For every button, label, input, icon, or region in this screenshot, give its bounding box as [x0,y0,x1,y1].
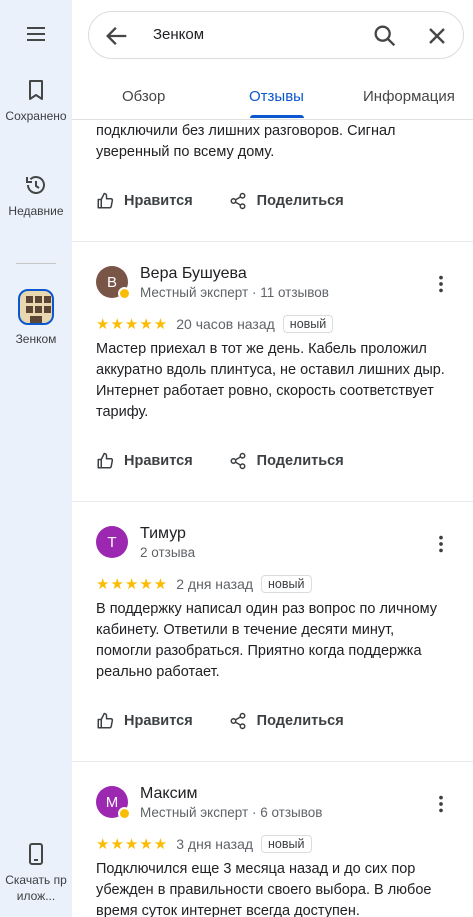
thumb-up-icon [97,452,114,469]
avatar[interactable]: Т [96,526,128,558]
tab-overview[interactable]: Обзор [122,88,165,105]
star-rating: ★★★★★ [96,316,169,333]
search-input[interactable]: Зенком [153,26,204,43]
saved-nav-item[interactable]: Сохранено [0,78,72,124]
share-button[interactable]: Поделиться [229,192,344,210]
divider [72,501,473,502]
more-options-icon[interactable] [430,533,452,555]
review-text: Мастер приехал в тот же день. Кабель про… [96,341,445,420]
rating-row: ★★★★★ 2 дня назад новый [96,575,312,593]
like-button[interactable]: Нравится [96,192,193,210]
more-options-icon[interactable] [430,793,452,815]
like-button[interactable]: Нравится [96,452,193,470]
arrow-back-icon[interactable] [103,22,131,50]
place-label: Зенком [15,332,57,346]
like-label: Нравится [124,713,193,729]
review-text: В поддержку написал один раз вопрос по л… [96,601,438,680]
saved-label: Сохранено [5,109,67,123]
more-options-icon[interactable] [430,273,452,295]
review-actions: Нравится Поделиться [96,441,380,481]
avatar[interactable]: В [96,266,131,300]
reviews-feed[interactable]: подключили без лишних разговоров. Сигнал… [72,121,473,917]
review-actions: Нравится Поделиться [96,181,380,221]
tab-bar: Обзор Отзывы Информация [72,76,473,120]
tab-info[interactable]: Информация [363,88,455,105]
star-rating: ★★★★★ [96,576,169,593]
close-icon[interactable] [423,22,451,50]
new-badge: новый [261,575,312,593]
review-actions: Нравится Поделиться [96,701,380,741]
place-thumbnail [18,289,54,325]
thumb-up-icon [97,192,114,209]
reviewer-meta: 2 отзыва [140,545,196,560]
search-icon[interactable] [371,22,399,50]
review-date: 20 часов назад [176,316,275,332]
share-label: Поделиться [256,453,344,469]
download-label: Скачать прилож... [5,873,67,903]
review-text: подключили без лишних разговоров. Сигнал… [96,123,396,160]
new-badge: новый [261,835,312,853]
like-label: Нравится [124,453,193,469]
reviewer-meta: Местный эксперт · 6 отзывов [140,805,323,820]
place-nav-item[interactable]: Зенком [0,289,72,347]
tab-reviews[interactable]: Отзывы [249,88,304,105]
search-box: Зенком [88,11,464,59]
avatar-initial: М [105,793,119,811]
like-label: Нравится [124,193,193,209]
menu-button[interactable] [0,22,72,46]
reviewer-name[interactable]: Максим [140,785,198,803]
thumb-up-icon [97,712,114,729]
star-rating: ★★★★★ [96,836,169,853]
recent-label: Недавние [8,204,64,218]
avatar-initial: В [106,273,117,291]
bookmark-icon [29,80,43,100]
reviewer-name[interactable]: Вера Бушуева [140,265,247,283]
history-icon [26,176,45,194]
local-guide-badge-icon [118,807,131,820]
rating-row: ★★★★★ 3 дня назад новый [96,835,312,853]
review-date: 3 дня назад [176,836,254,852]
menu-icon [27,27,45,41]
new-badge: новый [282,315,334,333]
phone-icon [29,843,43,865]
like-button[interactable]: Нравится [96,712,193,730]
avatar-initial: Т [107,533,117,551]
share-button[interactable]: Поделиться [229,452,344,470]
rating-row: ★★★★★ 20 часов назад новый [96,315,334,333]
rail-divider [16,263,56,264]
divider [72,241,473,242]
avatar[interactable]: М [96,786,131,820]
download-app-nav-item[interactable]: Скачать прилож... [0,842,72,904]
share-button[interactable]: Поделиться [229,712,344,730]
reviewer-name[interactable]: Тимур [140,525,186,543]
recent-nav-item[interactable]: Недавние [0,173,72,219]
review-date: 2 дня назад [176,576,254,592]
review-text: Подключился еще 3 месяца назад и до сих … [96,861,432,917]
share-icon [230,192,246,210]
local-guide-badge-icon [118,287,131,300]
reviewer-meta: Местный эксперт · 11 отзывов [140,285,329,300]
share-label: Поделиться [256,193,344,209]
share-icon [230,452,246,470]
share-label: Поделиться [256,713,344,729]
share-icon [230,712,246,730]
navigation-rail: Сохранено Недавние Зенком Скачать прилож… [0,0,72,917]
active-tab-indicator [250,115,304,118]
divider [72,761,473,762]
